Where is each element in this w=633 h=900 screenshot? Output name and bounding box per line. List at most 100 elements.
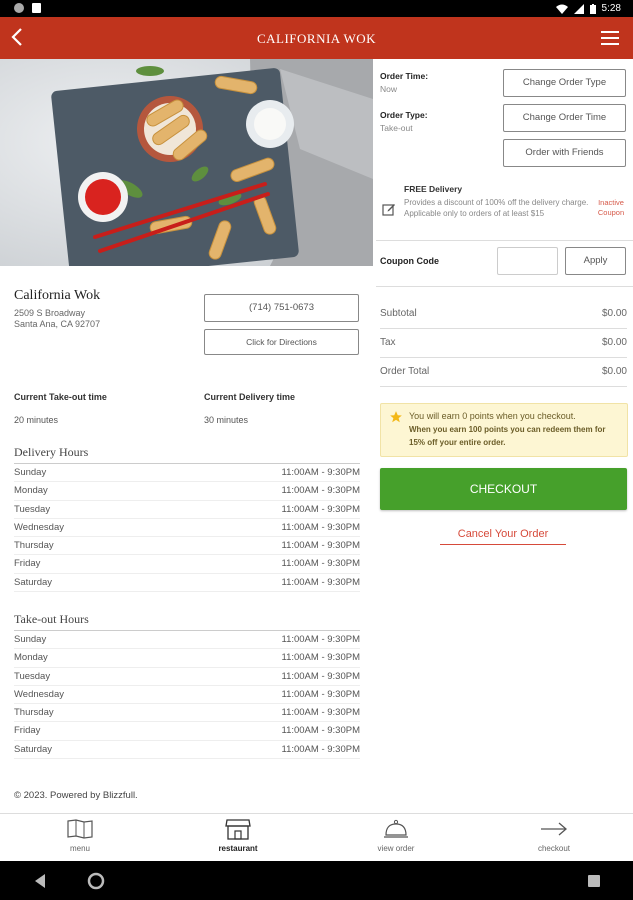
hours-row: Saturday 11:00AM - 9:30PM [14, 574, 360, 593]
hours-row: Friday 11:00AM - 9:30PM [14, 555, 360, 574]
day-label: Monday [14, 652, 48, 664]
hero-food-image [0, 59, 373, 266]
clock: 5:28 [601, 3, 621, 14]
system-back-icon[interactable] [33, 873, 47, 889]
notification-icon [14, 3, 24, 13]
day-label: Tuesday [14, 670, 51, 682]
day-label: Friday [14, 725, 41, 737]
hours-value: 11:00AM - 9:30PM [281, 521, 360, 533]
coupon-status-line1: Inactive [598, 198, 624, 207]
takeout-time-label: Current Take-out time [14, 392, 107, 402]
directions-button[interactable]: Click for Directions [204, 329, 359, 355]
hours-row: Saturday 11:00AM - 9:30PM [14, 741, 360, 760]
hours-row: Tuesday 11:00AM - 9:30PM [14, 501, 360, 519]
hours-value: 11:00AM - 9:30PM [281, 670, 360, 682]
storefront-icon [225, 819, 251, 840]
hours-value: 11:00AM - 9:30PM [281, 652, 360, 664]
tax-row: Tax $0.00 [380, 337, 627, 348]
nav-checkout-label: checkout [537, 844, 571, 853]
day-label: Saturday [14, 743, 53, 755]
order-time-label: Order Time: [380, 71, 429, 81]
nav-checkout[interactable]: checkout [499, 814, 609, 853]
nav-menu-label: menu [69, 844, 90, 853]
divider [380, 386, 627, 387]
day-label: Wednesday [14, 521, 64, 533]
subtotal-value: $0.00 [601, 308, 627, 319]
checkout-button[interactable]: CHECKOUT [380, 468, 627, 510]
cancel-order-link[interactable]: Cancel Your Order [440, 528, 566, 545]
hours-value: 11:00AM - 9:30PM [281, 634, 360, 645]
status-bar: 5:28 [0, 0, 633, 17]
hours-value: 11:00AM - 9:30PM [281, 503, 360, 515]
menu-book-icon [67, 819, 93, 839]
day-label: Saturday [14, 576, 53, 588]
hours-row: Friday 11:00AM - 9:30PM [14, 722, 360, 741]
points-redeem-text: When you earn 100 points you can redeem … [409, 425, 606, 447]
nav-restaurant[interactable]: restaurant [183, 814, 293, 853]
order-type-value: Take-out [380, 123, 413, 133]
hours-row: Tuesday 11:00AM - 9:30PM [14, 668, 360, 686]
nav-view-order[interactable]: view order [341, 814, 451, 853]
divider [380, 357, 627, 358]
system-home-icon[interactable] [87, 872, 105, 890]
hours-value: 11:00AM - 9:30PM [281, 743, 360, 755]
day-label: Sunday [14, 634, 47, 645]
coupon-code-label: Coupon Code [380, 256, 439, 266]
takeout-hours-title: Take-out Hours [14, 612, 360, 631]
divider [380, 328, 627, 329]
coupon-code-input[interactable] [497, 247, 558, 275]
loyalty-points-notice: You will earn 0 points when you checkout… [380, 403, 628, 457]
hamburger-menu-icon[interactable] [601, 31, 619, 49]
promo-title: FREE Delivery [404, 184, 463, 194]
cloche-icon [384, 819, 408, 838]
day-label: Thursday [14, 540, 54, 552]
order-with-friends-button[interactable]: Order with Friends [503, 139, 626, 167]
hours-row: Thursday 11:00AM - 9:30PM [14, 537, 360, 556]
hours-value: 11:00AM - 9:30PM [281, 558, 360, 570]
delivery-hours-title: Delivery Hours [14, 445, 360, 464]
promo-free-delivery[interactable]: FREE Delivery Provides a discount of 100… [380, 180, 628, 232]
system-navigation-bar [0, 861, 633, 900]
day-label: Tuesday [14, 503, 51, 515]
order-total-label: Order Total [380, 366, 430, 377]
delivery-hours-table: Delivery Hours Sunday 11:00AM - 9:30PM Mo… [14, 445, 360, 593]
takeout-hours-table: Take-out Hours Sunday 11:00AM - 9:30PM Mo… [14, 612, 360, 760]
hours-value: 11:00AM - 9:30PM [281, 576, 360, 588]
hours-row: Monday 11:00AM - 9:30PM [14, 482, 360, 501]
points-earn-text: You will earn 0 points when you checkout… [409, 411, 576, 421]
hours-value: 11:00AM - 9:30PM [281, 707, 360, 719]
order-type-label: Order Type: [380, 110, 428, 120]
app-title: CALIFORNIA WOK [256, 31, 377, 46]
hours-row: Wednesday 11:00AM - 9:30PM [14, 686, 360, 705]
wifi-icon [555, 4, 568, 14]
day-label: Thursday [14, 707, 54, 719]
apply-coupon-button[interactable]: Apply [565, 247, 626, 275]
battery-icon [589, 3, 596, 14]
nav-menu[interactable]: menu [25, 814, 135, 853]
bottom-navigation: menu restaurant view order checkout [0, 813, 633, 861]
coupon-status-line2: Coupon [597, 208, 625, 217]
hours-row: Thursday 11:00AM - 9:30PM [14, 704, 360, 723]
system-recents-icon[interactable] [587, 874, 601, 888]
tax-value: $0.00 [601, 337, 627, 348]
phone-button[interactable]: (714) 751-0673 [204, 294, 359, 322]
day-label: Monday [14, 485, 48, 497]
tax-label: Tax [380, 337, 396, 348]
day-label: Sunday [14, 467, 47, 478]
divider [376, 240, 633, 241]
edit-icon [382, 204, 395, 216]
change-order-type-button[interactable]: Change Order Type [503, 69, 626, 97]
subtotal-row: Subtotal $0.00 [380, 308, 627, 319]
app-bar: CALIFORNIA WOK [0, 17, 633, 59]
hours-value: 11:00AM - 9:30PM [281, 467, 360, 478]
promo-description: Provides a discount of 100% off the deli… [404, 198, 589, 218]
arrow-right-icon [541, 822, 567, 836]
star-icon [390, 411, 402, 423]
footer-copyright: © 2023. Powered by Blizzfull. [14, 790, 138, 801]
hours-row: Sunday 11:00AM - 9:30PM [14, 631, 360, 650]
nav-restaurant-label: restaurant [218, 844, 258, 853]
hours-value: 11:00AM - 9:30PM [281, 688, 360, 700]
change-order-time-button[interactable]: Change Order Time [503, 104, 626, 132]
hours-row: Wednesday 11:00AM - 9:30PM [14, 519, 360, 538]
hours-row: Monday 11:00AM - 9:30PM [14, 649, 360, 668]
